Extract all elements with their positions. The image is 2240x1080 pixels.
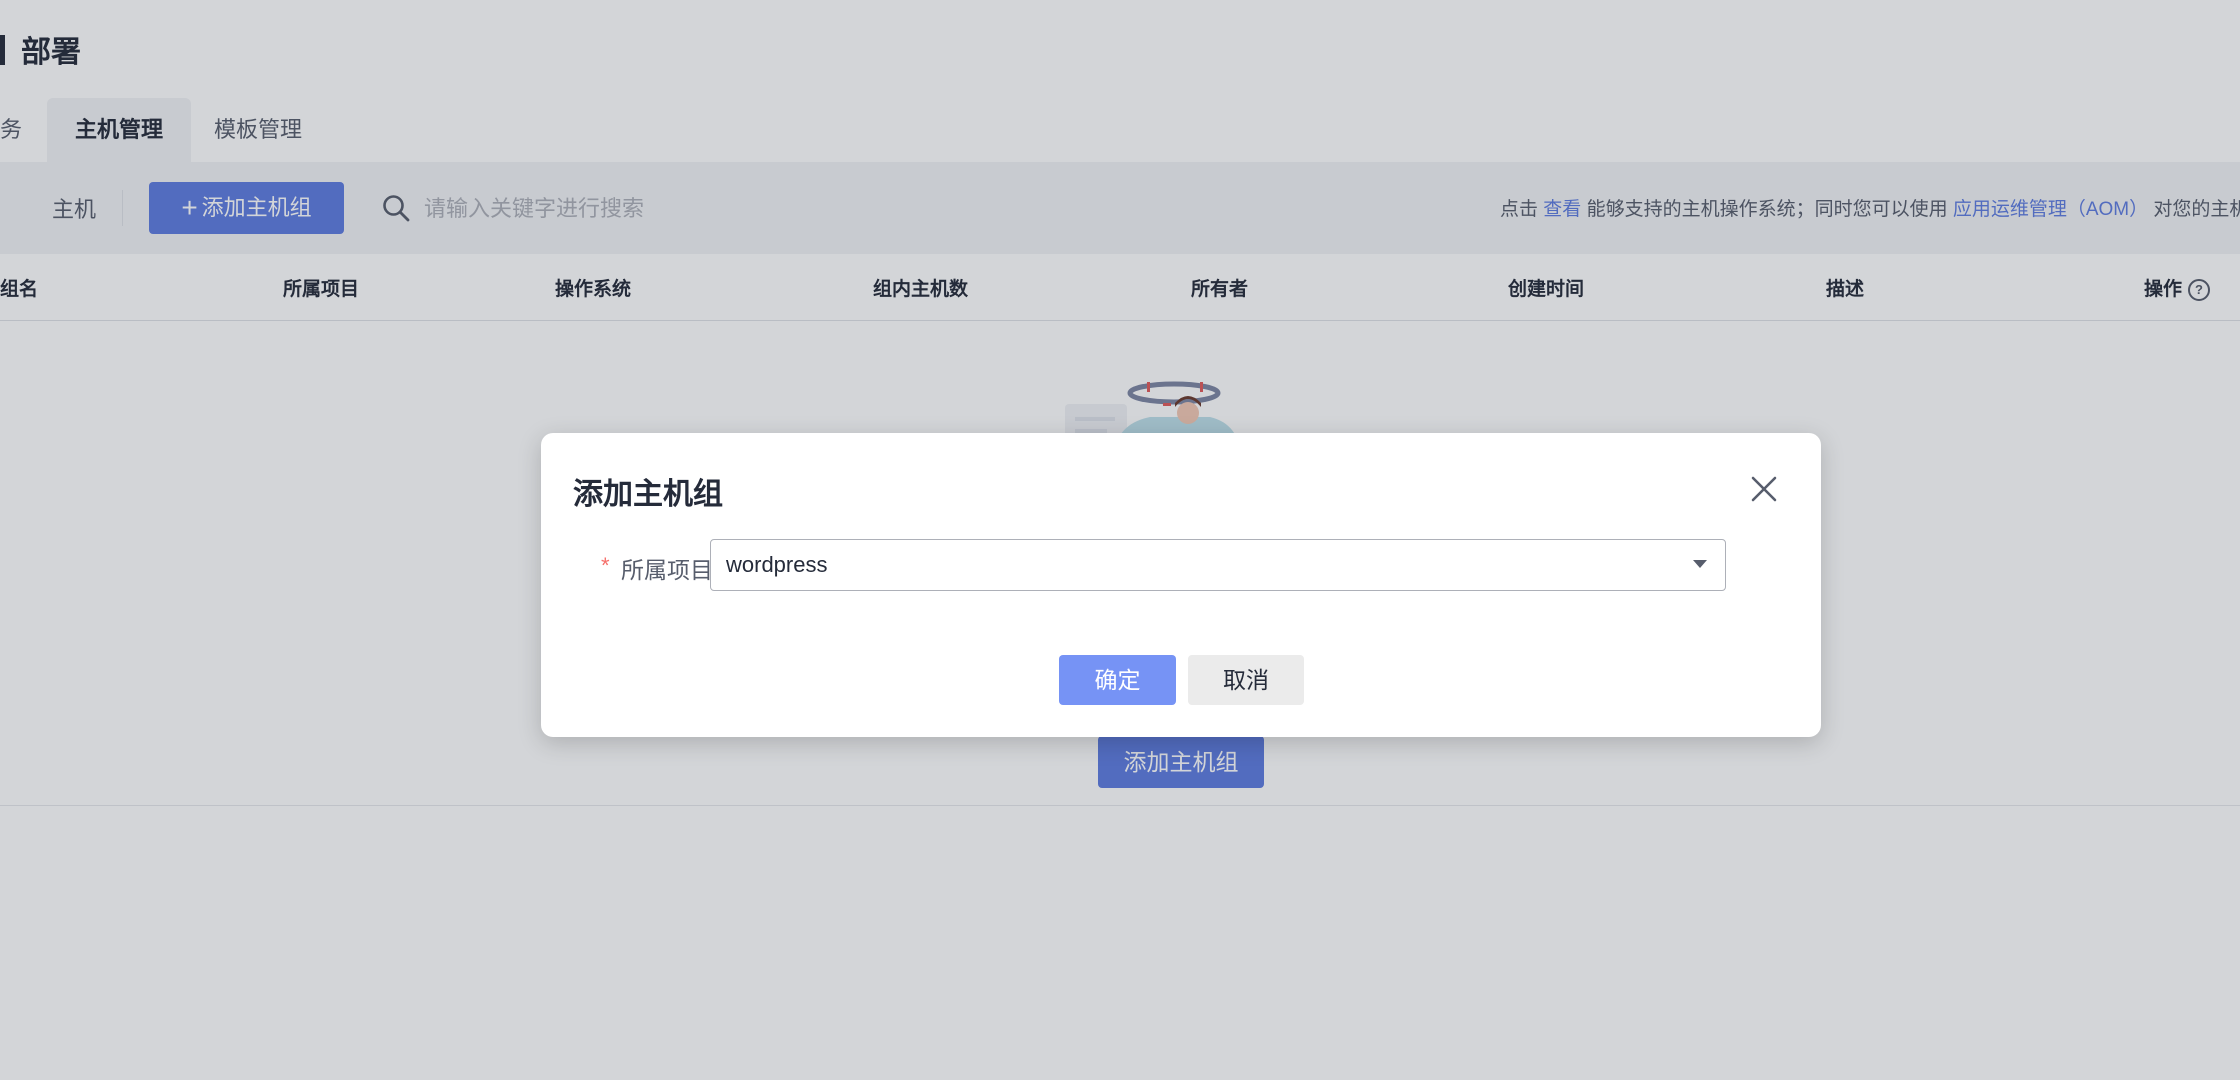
required-mark: * [601, 553, 610, 578]
add-host-group-dialog: 添加主机组 * 所属项目 wordpress 确定 取消 [541, 433, 1821, 737]
project-field-row: * 所属项目 wordpress [541, 539, 1821, 591]
cancel-button[interactable]: 取消 [1188, 655, 1304, 705]
caret-down-icon [1693, 560, 1707, 568]
dialog-title: 添加主机组 [573, 478, 723, 511]
project-field-label: 所属项目 [621, 557, 713, 583]
project-select-value: wordpress [726, 552, 828, 577]
confirm-button[interactable]: 确定 [1059, 655, 1176, 705]
project-select[interactable]: wordpress [710, 539, 1726, 591]
close-icon[interactable] [1748, 473, 1780, 505]
